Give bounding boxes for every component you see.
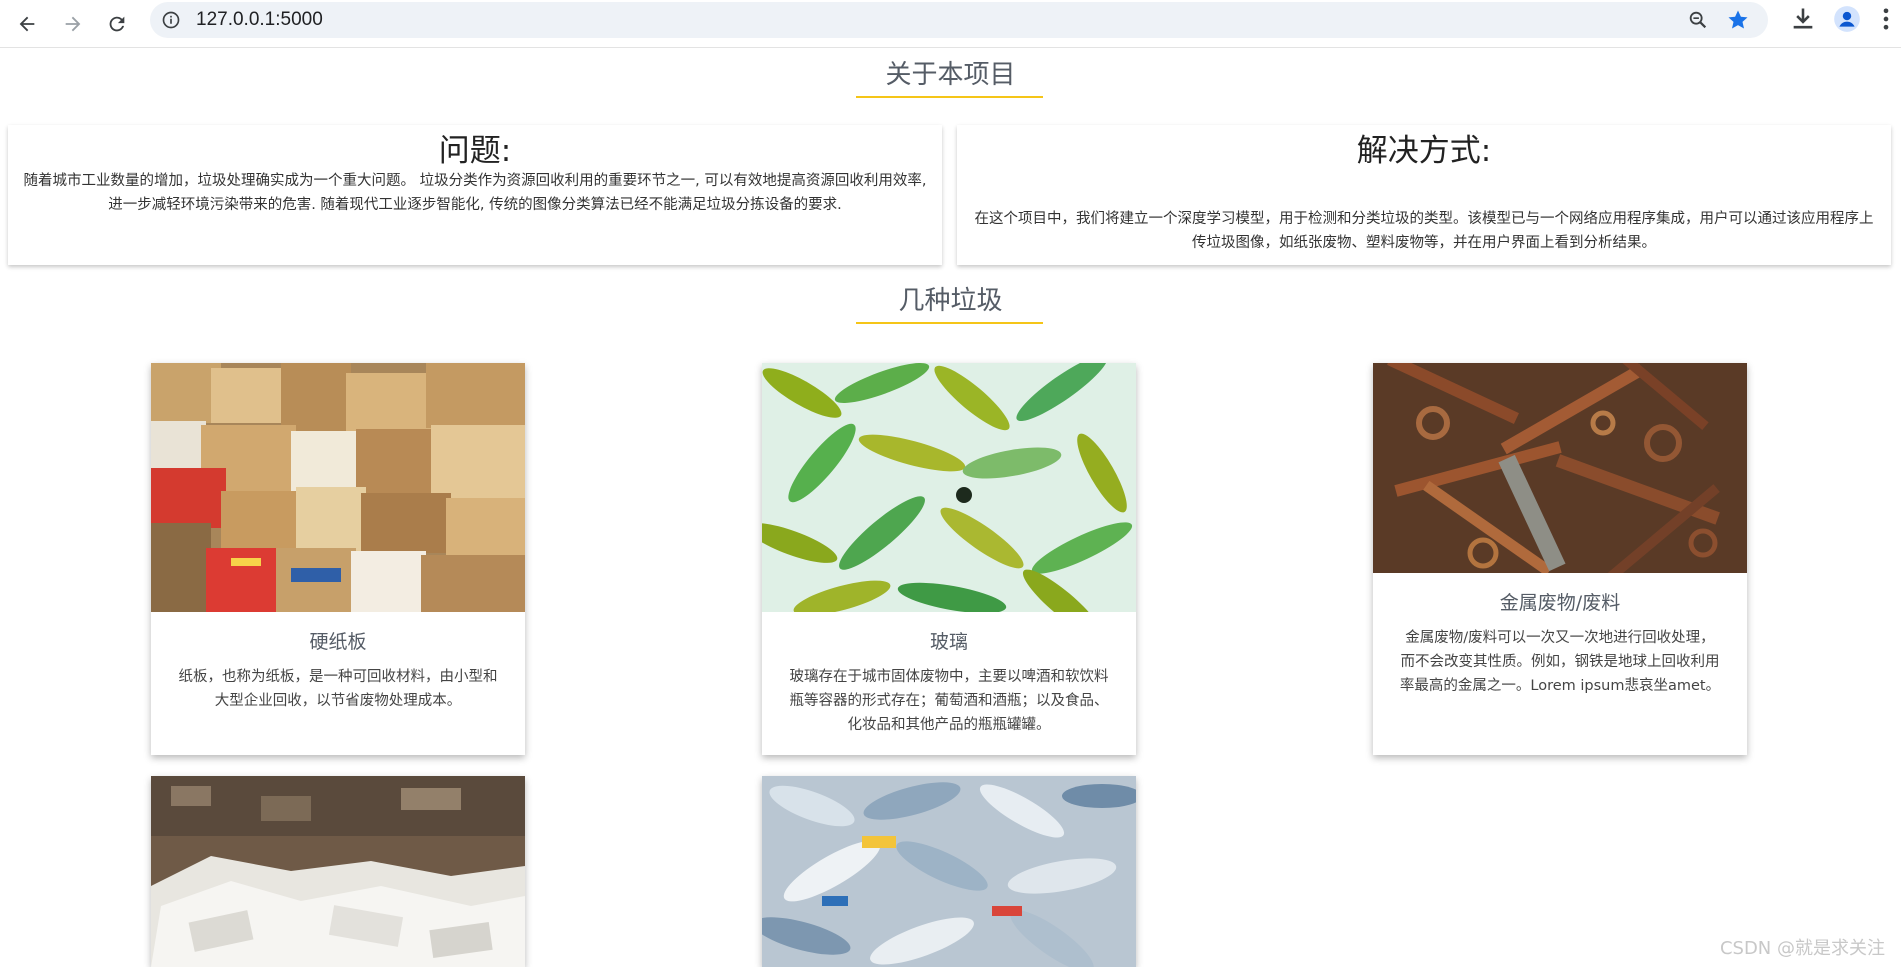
back-button[interactable] [10, 7, 44, 41]
solution-text-line-2: 传垃圾图像，如纸张废物、塑料废物等，并在用户界面上看到分析结果。 [1192, 235, 1656, 251]
info-icon[interactable] [161, 10, 181, 30]
about-section-title: 关于本项目 [885, 60, 1016, 90]
address-bar[interactable]: 127.0.0.1:5000 [150, 2, 1768, 38]
card-glass-text-line-2: 瓶等容器的形式存在；葡萄酒和酒瓶；以及食品、 [789, 693, 1109, 709]
card-glass-title: 玻璃 [929, 631, 968, 653]
cardboard-image [151, 363, 525, 612]
types-title-underline [856, 322, 1043, 324]
profile-avatar-icon[interactable] [1833, 5, 1861, 33]
problem-text-line-1: 随着城市工业数量的增加，垃圾处理确实成为一个重大问题。 垃圾分类作为资源回收利用… [23, 173, 927, 189]
reload-button[interactable] [100, 7, 134, 41]
glass-image [762, 363, 1136, 612]
paper-image [151, 776, 525, 967]
reload-icon [109, 16, 125, 32]
solution-text-line-1: 在这个项目中，我们将建立一个深度学习模型，用于检测和分类垃圾的类型。该模型已与一… [974, 211, 1874, 227]
card-glass-text-line-1: 玻璃存在于城市固体废物中，主要以啤酒和软饮料 [789, 669, 1109, 685]
plastic-image [762, 776, 1136, 967]
browser-toolbar: 127.0.0.1:5000 [0, 0, 1901, 48]
card-metal-text-line-1: 金属废物/废料可以一次又一次地进行回收处理， [1405, 630, 1715, 646]
arrow-left-icon [19, 16, 35, 32]
card-paper[interactable] [151, 776, 525, 967]
card-glass[interactable]: 玻璃 玻璃存在于城市固体废物中，主要以啤酒和软饮料 瓶等容器的形式存在；葡萄酒和… [762, 363, 1136, 755]
forward-button[interactable] [56, 7, 90, 41]
types-section-title: 几种垃圾 [898, 286, 1003, 316]
card-metal-text-line-2: 而不会改变其性质。例如，钢铁是地球上回收利用 [1400, 654, 1720, 670]
card-plastic[interactable] [762, 776, 1136, 967]
card-metal[interactable]: 金属废物/废料 金属废物/废料可以一次又一次地进行回收处理， 而不会改变其性质。… [1373, 363, 1747, 755]
solution-card: 解决方式: 在这个项目中，我们将建立一个深度学习模型，用于检测和分类垃圾的类型。… [957, 125, 1891, 265]
csdn-watermark: CSDN @就是求关注 [1719, 938, 1885, 959]
download-icon[interactable] [1789, 5, 1817, 33]
more-menu-icon[interactable] [1876, 5, 1896, 33]
problem-card: 问题: 随着城市工业数量的增加，垃圾处理确实成为一个重大问题。 垃圾分类作为资源… [8, 125, 942, 265]
metal-image [1373, 363, 1747, 573]
card-glass-text-line-3: 化妆品和其他产品的瓶瓶罐罐。 [847, 717, 1051, 733]
bookmark-star-icon[interactable] [1726, 8, 1750, 32]
solution-heading: 解决方式: [1356, 133, 1492, 169]
arrow-right-icon [65, 16, 81, 32]
card-metal-title: 金属废物/废料 [1499, 592, 1621, 614]
problem-text-line-2: 进一步减轻环境污染带来的危害. 随着现代工业逐步智能化, 传统的图像分类算法已经… [108, 197, 842, 213]
problem-heading: 问题: [438, 133, 512, 169]
card-metal-text-line-3: 率最高的金属之一。Lorem ipsum悲哀坐amet。 [1399, 678, 1721, 694]
about-title-underline [856, 96, 1043, 98]
card-cardboard-text-line-2: 大型企业回收，以节省废物处理成本。 [214, 693, 462, 709]
card-cardboard-text-line-1: 纸板，也称为纸板，是一种可回收材料，由小型和 [178, 669, 498, 685]
url-text[interactable]: 127.0.0.1:5000 [196, 9, 323, 31]
card-cardboard-title: 硬纸板 [309, 631, 367, 653]
zoom-icon[interactable] [1687, 9, 1709, 31]
card-cardboard[interactable]: 硬纸板 纸板，也称为纸板，是一种可回收材料，由小型和 大型企业回收，以节省废物处… [151, 363, 525, 755]
